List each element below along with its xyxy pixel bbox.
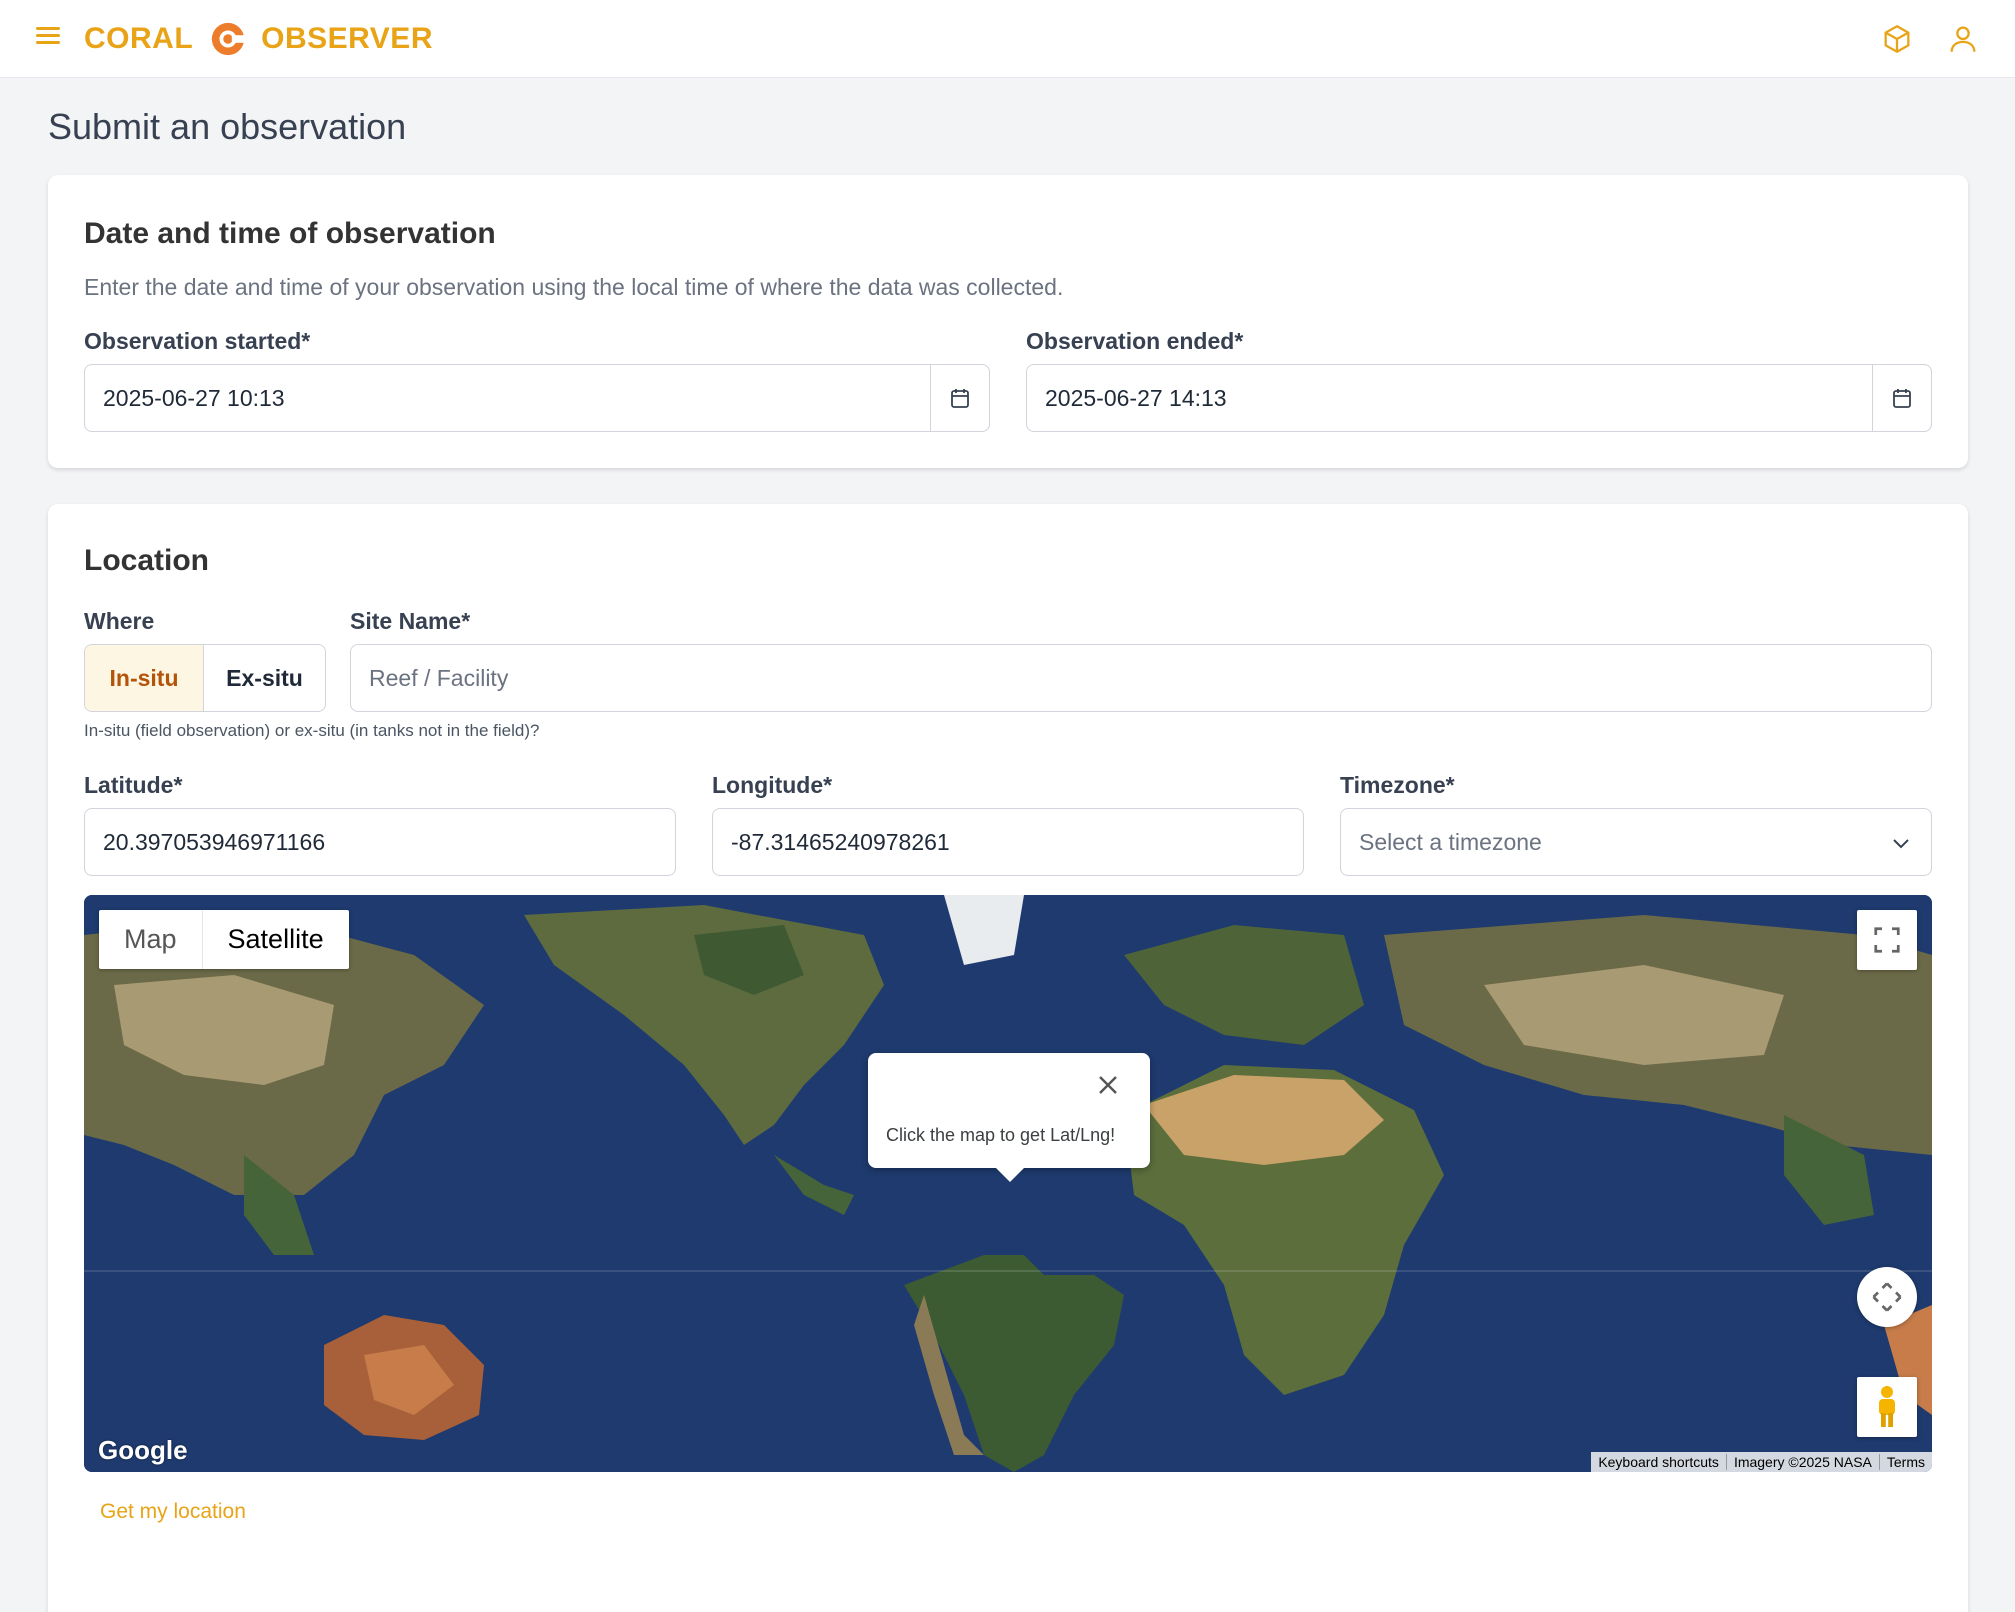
where-toggle: In-situ Ex-situ: [84, 644, 326, 712]
longitude-input[interactable]: -87.31465240978261: [712, 808, 1304, 876]
ended-input[interactable]: 2025-06-27 14:13: [1026, 364, 1932, 432]
menu-icon[interactable]: [36, 24, 66, 54]
site-name-input[interactable]: Reef / Facility: [350, 644, 1932, 712]
coral-logo: [212, 22, 246, 56]
ended-calendar-button[interactable]: [1872, 364, 1932, 432]
calendar-icon: [1893, 389, 1911, 408]
page-title: Submit an observation: [48, 106, 407, 147]
timezone-select[interactable]: Select a timezone: [1340, 808, 1932, 876]
longitude-label: Longitude*: [712, 772, 833, 798]
cube-icon[interactable]: [1880, 22, 1914, 56]
timezone-placeholder: Select a timezone: [1359, 828, 1542, 855]
imagery-credit: Imagery ©2025 NASA: [1725, 1454, 1879, 1470]
started-label: Observation started*: [84, 328, 311, 354]
datetime-card: Date and time of observation Enter the d…: [48, 175, 1968, 468]
map-type-satellite-button[interactable]: Satellite: [203, 910, 349, 969]
chevron-down-icon: [1893, 839, 1909, 849]
google-logo: Google: [98, 1435, 188, 1465]
where-option-ex-situ[interactable]: Ex-situ: [204, 645, 325, 711]
satellite-imagery: [84, 895, 1932, 1472]
info-window-text: Click the map to get Lat/Lng!: [886, 1125, 1116, 1145]
street-view-pegman[interactable]: [1857, 1377, 1917, 1437]
calendar-icon: [951, 389, 969, 408]
timezone-label: Timezone*: [1340, 772, 1455, 798]
where-option-in-situ[interactable]: In-situ: [85, 645, 204, 711]
close-icon[interactable]: [1096, 1073, 1120, 1097]
latitude-value: 20.397053946971166: [103, 828, 326, 855]
where-label: Where: [84, 608, 155, 634]
keyboard-shortcuts-link[interactable]: Keyboard shortcuts: [1591, 1454, 1726, 1470]
datetime-description: Enter the date and time of your observat…: [84, 274, 1064, 300]
map-type-map-button[interactable]: Map: [99, 910, 203, 969]
map-info-window: Click the map to get Lat/Lng!: [868, 1053, 1150, 1182]
brand-logo[interactable]: CORAL OBSERVER: [84, 18, 433, 60]
latitude-label: Latitude*: [84, 772, 183, 798]
ended-value: 2025-06-27 14:13: [1045, 384, 1227, 411]
ended-label: Observation ended*: [1026, 328, 1244, 354]
info-window-tail: [995, 1167, 1025, 1182]
started-input[interactable]: 2025-06-27 10:13: [84, 364, 990, 432]
map-attribution: Keyboard shortcuts Imagery ©2025 NASA Te…: [1591, 1452, 1932, 1472]
started-value: 2025-06-27 10:13: [103, 384, 285, 411]
terms-link[interactable]: Terms: [1878, 1454, 1932, 1470]
brand-text-left: CORAL: [84, 22, 194, 55]
fullscreen-button[interactable]: [1857, 910, 1917, 970]
top-navbar: CORAL OBSERVER: [0, 0, 2015, 78]
site-label: Site Name*: [350, 608, 471, 634]
started-calendar-button[interactable]: [930, 364, 990, 432]
map-type-control: Map Satellite: [99, 910, 349, 969]
brand-text-right: OBSERVER: [261, 22, 433, 55]
move-arrows-icon: [1872, 1282, 1902, 1312]
location-map[interactable]: Map Satellite Click the map to get Lat/L…: [84, 895, 1932, 1472]
camera-control-button[interactable]: [1857, 1267, 1917, 1327]
fullscreen-icon: [1874, 927, 1900, 953]
location-title: Location: [84, 544, 209, 577]
get-my-location-link[interactable]: Get my location: [100, 1500, 246, 1524]
datetime-title: Date and time of observation: [84, 217, 496, 250]
user-icon[interactable]: [1946, 22, 1980, 56]
longitude-value: -87.31465240978261: [731, 828, 950, 855]
pegman-icon: [1879, 1386, 1895, 1427]
where-helper: In-situ (field observation) or ex-situ (…: [84, 721, 540, 740]
location-card: Location Where In-situ Ex-situ In-situ (…: [48, 504, 1968, 1612]
latitude-input[interactable]: 20.397053946971166: [84, 808, 676, 876]
site-placeholder: Reef / Facility: [369, 664, 509, 691]
